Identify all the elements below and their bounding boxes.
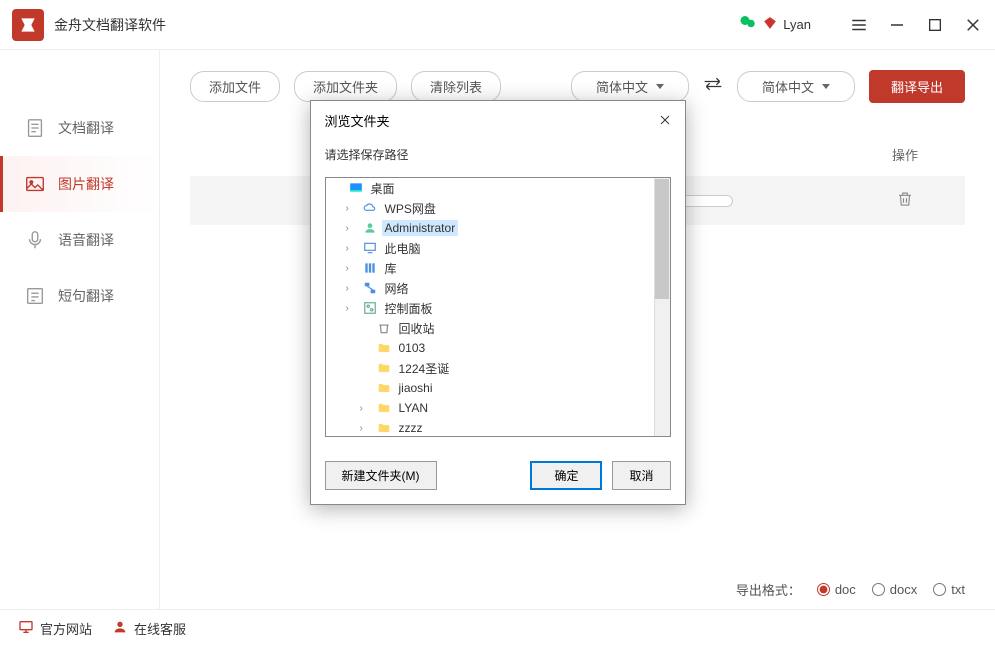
tree-expander-icon[interactable]: › <box>360 403 372 414</box>
tree-item[interactable]: 桌面 <box>326 178 670 198</box>
modal-overlay: 浏览文件夹 请选择保存路径 桌面 › WPS网盘 › Administrator › 此电脑… <box>0 0 995 647</box>
folder-icon <box>376 340 392 356</box>
tree-item-label: zzzz <box>396 420 426 436</box>
ok-button[interactable]: 确定 <box>530 461 602 490</box>
tree-item[interactable]: 回收站 <box>326 318 670 338</box>
tree-item-label: 控制面板 <box>382 299 436 318</box>
tree-item[interactable]: ›库 <box>326 258 670 278</box>
modal-title-text: 浏览文件夹 <box>325 111 390 130</box>
recycle-icon <box>376 320 392 336</box>
tree-item[interactable]: › WPS网盘 <box>326 198 670 218</box>
tree-expander-icon[interactable]: › <box>346 243 358 254</box>
tree-expander-icon[interactable]: › <box>346 263 358 274</box>
computer-icon <box>362 240 378 256</box>
scrollbar-thumb[interactable] <box>655 179 669 299</box>
tree-expander-icon[interactable]: › <box>346 303 358 314</box>
tree-item[interactable]: 0103 <box>326 338 670 358</box>
modal-footer: 新建文件夹(M) 确定 取消 <box>311 437 685 504</box>
tree-scrollbar[interactable] <box>654 178 670 436</box>
tree-item-label: 此电脑 <box>382 239 424 258</box>
new-folder-button[interactable]: 新建文件夹(M) <box>325 461 437 490</box>
folder-icon <box>376 380 392 396</box>
cancel-button[interactable]: 取消 <box>612 461 670 490</box>
modal-titlebar: 浏览文件夹 <box>311 101 685 140</box>
tree-item-label: Administrator <box>382 220 459 236</box>
tree-item-label: jiaoshi <box>396 380 436 396</box>
tree-item[interactable]: › zzzz <box>326 418 670 437</box>
library-icon <box>362 260 378 276</box>
control-icon <box>362 300 378 316</box>
tree-item[interactable]: › 控制面板 <box>326 298 670 318</box>
modal-close-button[interactable] <box>659 113 671 129</box>
folder-icon <box>376 420 392 436</box>
user-icon <box>362 220 378 236</box>
browse-folder-modal: 浏览文件夹 请选择保存路径 桌面 › WPS网盘 › Administrator › 此电脑… <box>310 100 686 505</box>
tree-item-label: 回收站 <box>396 319 438 338</box>
tree-item-label: LYAN <box>396 400 432 416</box>
tree-item-label: 桌面 <box>368 179 398 198</box>
tree-item[interactable]: › Administrator <box>326 218 670 238</box>
cloud-icon <box>362 200 378 216</box>
desktop-icon <box>348 180 364 196</box>
tree-expander-icon[interactable]: › <box>346 223 358 234</box>
tree-item[interactable]: › 网络 <box>326 278 670 298</box>
folder-icon <box>376 400 392 416</box>
tree-item-label: 库 <box>382 259 400 278</box>
tree-item[interactable]: › LYAN <box>326 398 670 418</box>
tree-item[interactable]: › 此电脑 <box>326 238 670 258</box>
tree-item-label: 0103 <box>396 340 429 356</box>
tree-item[interactable]: 1224圣诞 <box>326 358 670 378</box>
folder-icon <box>376 360 392 376</box>
modal-subtitle: 请选择保存路径 <box>311 140 685 177</box>
tree-item[interactable]: jiaoshi <box>326 378 670 398</box>
tree-item-label: 网络 <box>382 279 412 298</box>
tree-expander-icon[interactable]: › <box>346 203 358 214</box>
tree-expander-icon[interactable]: › <box>360 423 372 434</box>
tree-item-label: WPS网盘 <box>382 199 439 218</box>
tree-expander-icon[interactable]: › <box>346 283 358 294</box>
tree-item-label: 1224圣诞 <box>396 359 453 378</box>
network-icon <box>362 280 378 296</box>
folder-tree[interactable]: 桌面›WPS网盘›Administrator›此电脑›库›网络›控制面板回收站0… <box>325 177 671 437</box>
